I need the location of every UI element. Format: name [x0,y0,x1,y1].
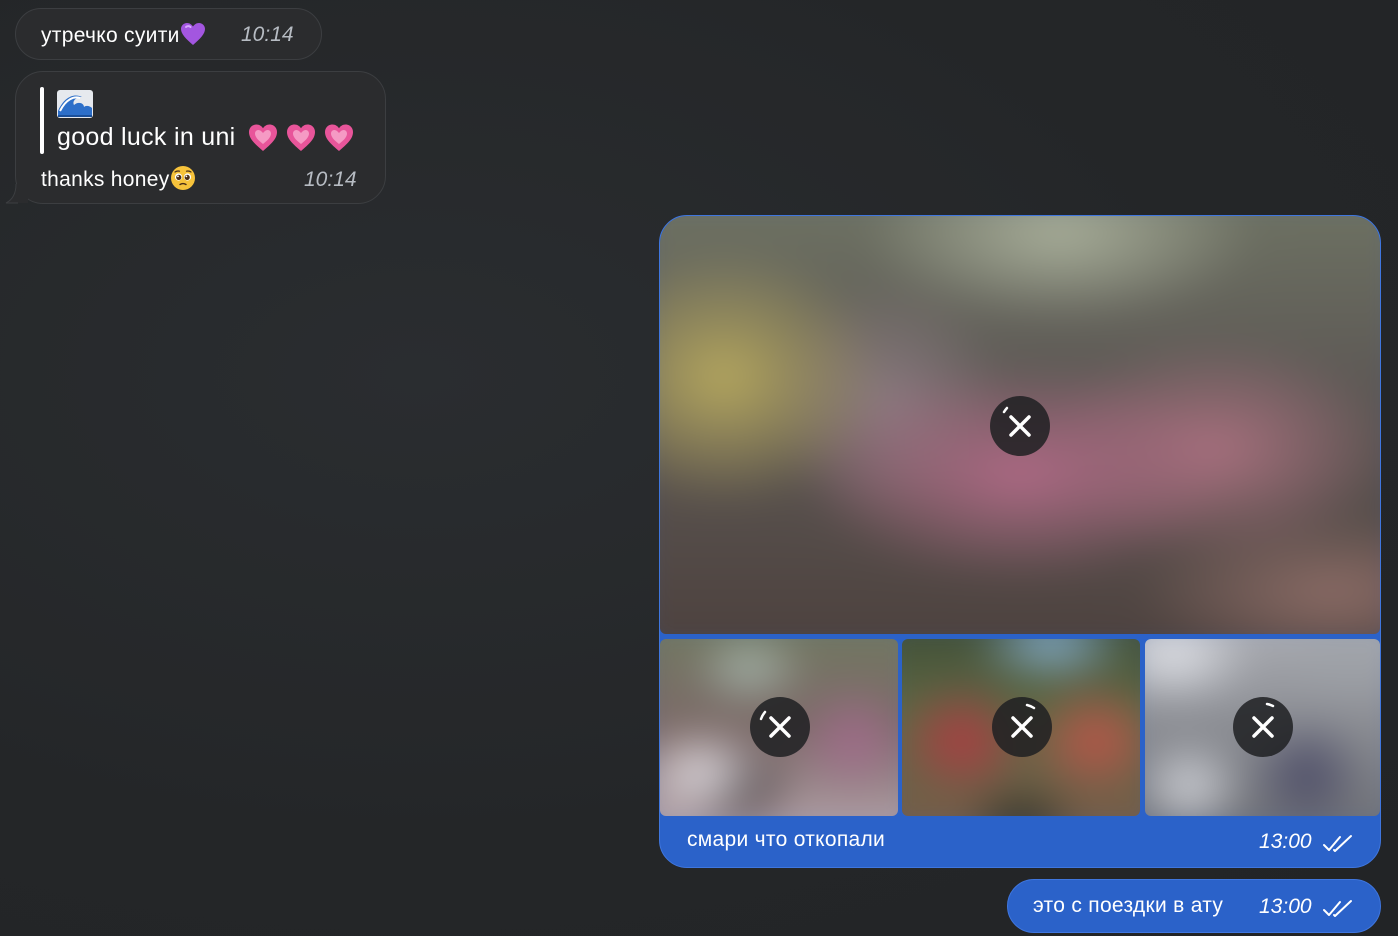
message-text: утречко суити [41,22,206,48]
pink-heart-icon [249,124,277,151]
cancel-download-button[interactable] [1233,697,1293,757]
cancel-download-icon [1002,406,1031,437]
cancel-download-icon [1011,703,1036,738]
message-bubble-incoming-reply[interactable]: good luck in uni thanks honey 10:14 [5,71,386,204]
cancel-download-button[interactable] [750,697,810,757]
pink-heart-icon [325,124,353,151]
bubble-tail [5,184,28,204]
album-photo[interactable] [660,639,898,816]
cancel-download-icon [759,710,791,738]
cancel-download-button[interactable] [990,396,1050,456]
album-photo-main[interactable] [660,216,1380,634]
cancel-download-button[interactable] [992,697,1052,757]
message-bubble-incoming[interactable]: утречко суити 10:14 [15,8,322,60]
message-time: 10:14 [241,23,294,46]
quoted-emojis [248,123,354,153]
purple-heart-icon [180,23,206,47]
quoted-text: good luck in uni [57,123,236,151]
double-check-icon [1323,900,1352,917]
pink-heart-icon [287,124,315,151]
album-photo[interactable] [1145,639,1380,816]
message-time: 10:14 [304,168,357,191]
wave-icon [56,89,94,119]
album-photo[interactable] [902,639,1140,816]
message-text: это с поездки в ату [1033,894,1224,917]
double-check-icon [1323,835,1352,852]
pleading-face-icon [170,166,196,191]
quote-bar [40,87,44,154]
chat-area: утречко суити 10:14 good luck in uni tha… [0,0,1398,936]
message-text: thanks honey [41,165,196,192]
message-bubble-outgoing[interactable]: это с поездки в ату 13:00 [1007,879,1381,933]
message-time: 13:00 [1259,895,1312,918]
album-caption: смари что откопали [687,828,886,851]
cancel-download-icon [1252,702,1275,738]
message-bubble-outgoing-album[interactable]: смари что откопали 13:00 [659,215,1381,868]
message-time: 13:00 [1259,830,1312,853]
